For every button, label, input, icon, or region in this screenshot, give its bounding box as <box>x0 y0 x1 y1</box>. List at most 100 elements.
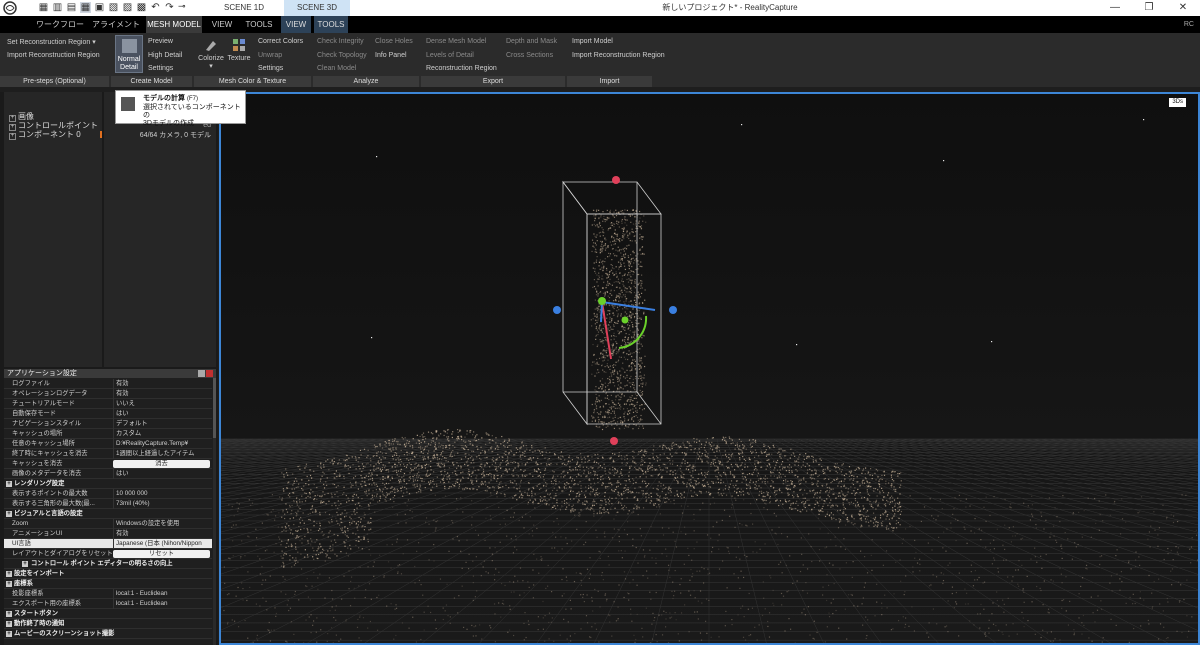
settings-scrollbar[interactable] <box>213 378 216 645</box>
setting-value[interactable]: 有効 <box>113 389 212 399</box>
handle-left-icon[interactable] <box>553 306 561 314</box>
settings-row[interactable]: ナビゲーションスタイル デフォルト <box>4 419 212 429</box>
tree-item-component[interactable]: + コンポーネント 0 <box>9 129 81 140</box>
close-button[interactable]: ✕ <box>1166 0 1200 16</box>
tab-scene-3d[interactable]: SCENE 3D <box>284 0 350 16</box>
levels-of-detail-button[interactable]: Levels of Detail <box>426 52 474 59</box>
cross-sections-button[interactable]: Cross Sections <box>506 52 553 59</box>
texture-button[interactable]: Texture <box>225 37 253 62</box>
setting-value[interactable]: カスタム <box>113 429 212 439</box>
settings-row[interactable]: 画像のメタデータを消去 はい <box>4 469 212 479</box>
setting-value[interactable]: はい <box>113 469 212 479</box>
settings-row[interactable]: キャッシュを消去 消去 <box>4 459 212 469</box>
layout-2-icon[interactable]: ▥ <box>52 2 63 13</box>
settings-row[interactable]: 投影座標系 local:1 - Euclidean <box>4 589 212 599</box>
import-model-button[interactable]: Import Model <box>572 38 613 45</box>
minimize-button[interactable]: — <box>1098 0 1132 16</box>
redo-icon[interactable]: ↷ <box>164 2 175 13</box>
settings-row[interactable]: 終了時にキャッシュを消去 1週間以上経過したアイテム <box>4 449 212 459</box>
setting-value[interactable]: Japanese (日本 (Nihon/Nippon <box>113 539 212 549</box>
correct-colors-button[interactable]: Correct Colors <box>258 38 303 45</box>
settings-section[interactable]: + 動作終了時の通知 <box>4 619 212 629</box>
layout-8-icon[interactable]: ▩ <box>136 2 147 13</box>
settings-row[interactable]: チュートリアルモード いいえ <box>4 399 212 409</box>
settings-pin-icon[interactable] <box>198 370 205 377</box>
setting-value[interactable]: 有効 <box>113 379 212 389</box>
handle-top-icon[interactable] <box>612 176 620 184</box>
setting-value[interactable]: local:1 - Euclidean <box>113 599 212 609</box>
expand-icon[interactable]: + <box>6 481 12 487</box>
settings-row[interactable]: エクスポート用の座標系 local:1 - Euclidean <box>4 599 212 609</box>
depth-and-mask-button[interactable]: Depth and Mask <box>506 38 557 45</box>
layout-4-icon[interactable]: ▦ <box>80 2 91 13</box>
menu-workflow[interactable]: ワークフロー <box>36 16 84 33</box>
settings-row[interactable]: アニメーションUI 有効 <box>4 529 212 539</box>
layout-3-icon[interactable]: ▤ <box>66 2 77 13</box>
settings-section[interactable]: + 設定をインポート <box>4 569 212 579</box>
settings-row[interactable]: 自動保存モード はい <box>4 409 212 419</box>
menu-tools[interactable]: TOOLS <box>242 16 276 33</box>
check-integrity-button[interactable]: Check Integrity <box>317 38 364 45</box>
settings-section[interactable]: + スタートボタン <box>4 609 212 619</box>
normal-detail-button[interactable]: Normal Detail <box>115 35 143 73</box>
layout-1-icon[interactable]: ▦ <box>38 2 49 13</box>
dense-mesh-model-button[interactable]: Dense Mesh Model <box>426 38 486 45</box>
layout-5-icon[interactable]: ▣ <box>94 2 105 13</box>
info-panel-button[interactable]: Info Panel <box>375 52 407 59</box>
handle-right-icon[interactable] <box>669 306 677 314</box>
layout-7-icon[interactable]: ▨ <box>122 2 133 13</box>
tab-scene-1d[interactable]: SCENE 1D <box>204 0 284 16</box>
user-badge[interactable]: RC <box>1184 16 1194 33</box>
clean-model-button[interactable]: Clean Model <box>317 65 356 72</box>
settings-section[interactable]: + レンダリング設定 <box>4 479 212 489</box>
settings-section[interactable]: + 座標系 <box>4 579 212 589</box>
handle-bottom-icon[interactable] <box>610 437 618 445</box>
pin-icon[interactable]: ⊸ <box>178 1 186 12</box>
view-mode-badge[interactable]: 3Ds <box>1169 98 1186 107</box>
setting-value[interactable]: 1週間以上経過したアイテム <box>113 449 212 459</box>
settings-section[interactable]: + ムービーのスクリーンショット撮影 <box>4 629 212 639</box>
menu-mesh-model[interactable]: MESH MODEL <box>146 16 202 33</box>
export-reconstruction-region-button[interactable]: Reconstruction Region <box>426 65 497 72</box>
setting-value[interactable]: local:1 - Euclidean <box>113 589 212 599</box>
setting-value[interactable]: 有効 <box>113 529 212 539</box>
unwrap-button[interactable]: Unwrap <box>258 52 282 59</box>
settings-section[interactable]: + コントロール ポイント エディターの明るさの向上 <box>4 559 212 569</box>
scene-canvas[interactable] <box>221 94 1198 643</box>
setting-value[interactable]: いいえ <box>113 399 212 409</box>
viewport-3d[interactable]: 3Ds <box>219 92 1200 645</box>
menu-view[interactable]: VIEW <box>206 16 238 33</box>
setting-value[interactable]: デフォルト <box>113 419 212 429</box>
settings-row[interactable]: 表示するポイントの最大数 10 000 000 <box>4 489 212 499</box>
expand-icon[interactable]: + <box>6 621 12 627</box>
layout-6-icon[interactable]: ▧ <box>108 2 119 13</box>
import-region-button[interactable]: Import Reconstruction Region <box>572 52 665 59</box>
expand-icon[interactable]: + <box>6 581 12 587</box>
maximize-button[interactable]: ❐ <box>1132 0 1166 16</box>
expand-icon[interactable]: + <box>22 561 28 567</box>
setting-value[interactable]: 10 000 000 <box>113 489 212 499</box>
expand-icon[interactable]: + <box>6 571 12 577</box>
expand-icon[interactable]: + <box>6 511 12 517</box>
settings-close-icon[interactable] <box>206 370 213 377</box>
close-holes-button[interactable]: Close Holes <box>375 38 413 45</box>
create-settings-button[interactable]: Settings <box>148 65 173 72</box>
check-topology-button[interactable]: Check Topology <box>317 52 367 59</box>
settings-row[interactable]: Zoom Windowsの設定を使用 <box>4 519 212 529</box>
settings-row[interactable]: 表示する三角形の最大数(最... 73mil (40%) <box>4 499 212 509</box>
set-reconstruction-region-button[interactable]: Set Reconstruction Region ▾ <box>7 38 96 46</box>
texture-settings-button[interactable]: Settings <box>258 65 283 72</box>
preview-button[interactable]: Preview <box>148 38 173 45</box>
setting-value[interactable]: 73mil (40%) <box>113 499 212 509</box>
setting-button[interactable]: 消去 <box>113 460 210 468</box>
menu-tools-scene[interactable]: TOOLS <box>314 16 348 33</box>
settings-row[interactable]: レイアウトとダイアログをリセット リセット <box>4 549 212 559</box>
settings-row[interactable]: オペレーションログデータ 有効 <box>4 389 212 399</box>
settings-row[interactable]: 任意のキャッシュ場所 D:¥RealityCapture.Temp¥ <box>4 439 212 449</box>
scrollbar-thumb[interactable] <box>213 378 216 438</box>
setting-value[interactable]: Windowsの設定を使用 <box>113 519 212 529</box>
settings-section[interactable]: + ビジュアルと言語の設定 <box>4 509 212 519</box>
settings-row[interactable]: キャッシュの場所 カスタム <box>4 429 212 439</box>
setting-value[interactable]: D:¥RealityCapture.Temp¥ <box>113 439 212 449</box>
undo-icon[interactable]: ↶ <box>150 2 161 13</box>
